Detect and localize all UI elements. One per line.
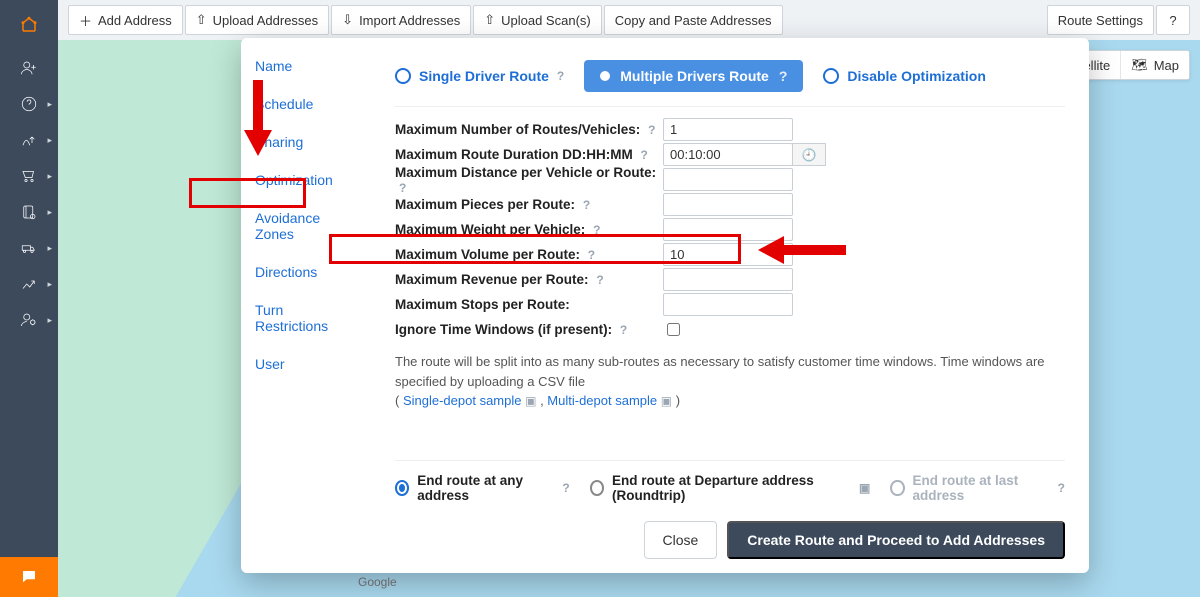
chat-icon[interactable] bbox=[0, 557, 58, 597]
max-weight-input[interactable] bbox=[663, 218, 793, 241]
help-icon[interactable]: ? bbox=[648, 123, 655, 137]
download-icon[interactable]: ▣ bbox=[661, 394, 672, 408]
radio-end-last[interactable]: End route at last address ? bbox=[890, 473, 1065, 503]
nav-users-icon[interactable] bbox=[0, 50, 58, 86]
radio-icon bbox=[395, 68, 411, 84]
radio-selected-icon bbox=[600, 71, 610, 81]
radio-icon bbox=[823, 68, 839, 84]
help-icon[interactable]: ? bbox=[399, 181, 406, 195]
help-icon[interactable]: ? bbox=[779, 68, 788, 84]
create-route-button[interactable]: Create Route and Proceed to Add Addresse… bbox=[727, 521, 1065, 559]
radio-multiple-drivers[interactable]: Multiple Drivers Route? bbox=[584, 60, 803, 92]
max-duration-input[interactable] bbox=[663, 143, 793, 166]
ignore-tw-checkbox[interactable] bbox=[667, 323, 680, 336]
app-logo bbox=[0, 0, 58, 50]
radio-icon bbox=[590, 480, 604, 496]
tab-optimization[interactable]: Optimization bbox=[255, 172, 357, 188]
modal-sidebar: Name Schedule Sharing Optimization Avoid… bbox=[241, 38, 371, 573]
tab-user[interactable]: User bbox=[255, 356, 357, 372]
ignore-tw-label: Ignore Time Windows (if present): ? bbox=[395, 322, 663, 337]
max-distance-label: Maximum Distance per Vehicle or Route: ? bbox=[395, 165, 663, 195]
help-icon[interactable]: ? bbox=[588, 248, 595, 262]
max-pieces-label: Maximum Pieces per Route: ? bbox=[395, 197, 663, 212]
download-icon[interactable]: ▣ bbox=[859, 481, 870, 495]
max-routes-label: Maximum Number of Routes/Vehicles: ? bbox=[395, 122, 663, 137]
max-revenue-input[interactable] bbox=[663, 268, 793, 291]
max-duration-label: Maximum Route Duration DD:HH:MM ? bbox=[395, 147, 663, 162]
tab-avoidance-zones[interactable]: Avoidance Zones bbox=[255, 210, 357, 242]
radio-end-any[interactable]: End route at any address ? bbox=[395, 473, 570, 503]
time-windows-hint: The route will be split into as many sub… bbox=[395, 352, 1065, 411]
main-area: ＋Add Address ⇧Upload Addresses ⇩Import A… bbox=[58, 0, 1200, 597]
radio-end-departure[interactable]: End route at Departure address (Roundtri… bbox=[590, 473, 871, 503]
tab-schedule[interactable]: Schedule bbox=[255, 96, 357, 112]
nav-fleet-icon[interactable]: ▸ bbox=[0, 230, 58, 266]
radio-icon bbox=[395, 480, 409, 496]
max-distance-input[interactable] bbox=[663, 168, 793, 191]
tab-name[interactable]: Name bbox=[255, 58, 357, 74]
help-icon[interactable]: ? bbox=[1058, 481, 1065, 495]
help-icon[interactable]: ? bbox=[593, 223, 600, 237]
max-stops-input[interactable] bbox=[663, 293, 793, 316]
time-picker-button[interactable]: 🕘 bbox=[792, 143, 826, 166]
left-nav: ▸ ▸ ▸ ▸ ▸ ▸ ▸ bbox=[0, 0, 58, 597]
multi-depot-sample-link[interactable]: Multi-depot sample bbox=[547, 393, 657, 408]
max-volume-input[interactable] bbox=[663, 243, 793, 266]
route-settings-modal: Name Schedule Sharing Optimization Avoid… bbox=[241, 38, 1089, 573]
clock-sun-icon: 🕘 bbox=[802, 148, 817, 162]
single-depot-sample-link[interactable]: Single-depot sample bbox=[403, 393, 522, 408]
end-route-group: End route at any address ? End route at … bbox=[395, 460, 1065, 515]
modal-content: Single Driver Route? Multiple Drivers Ro… bbox=[371, 38, 1089, 573]
help-icon[interactable]: ? bbox=[562, 481, 569, 495]
help-icon[interactable]: ? bbox=[596, 273, 603, 287]
tab-turn-restrictions[interactable]: Turn Restrictions bbox=[255, 302, 357, 334]
nav-help-icon[interactable]: ▸ bbox=[0, 86, 58, 122]
optimization-form: Maximum Number of Routes/Vehicles: ? Max… bbox=[395, 117, 1065, 342]
radio-single-driver[interactable]: Single Driver Route? bbox=[395, 68, 564, 84]
download-icon[interactable]: ▣ bbox=[525, 394, 536, 408]
max-stops-label: Maximum Stops per Route: bbox=[395, 297, 663, 312]
tab-directions[interactable]: Directions bbox=[255, 264, 357, 280]
nav-cart-icon[interactable]: ▸ bbox=[0, 158, 58, 194]
max-revenue-label: Maximum Revenue per Route: ? bbox=[395, 272, 663, 287]
modal-footer: Close Create Route and Proceed to Add Ad… bbox=[395, 515, 1065, 559]
help-icon[interactable]: ? bbox=[557, 69, 564, 83]
help-icon[interactable]: ? bbox=[620, 323, 627, 337]
nav-routes-icon[interactable]: ▸ bbox=[0, 122, 58, 158]
help-icon[interactable]: ? bbox=[583, 198, 590, 212]
max-volume-label: Maximum Volume per Route: ? bbox=[395, 247, 663, 262]
tab-sharing[interactable]: Sharing bbox=[255, 134, 357, 150]
nav-usersettings-icon[interactable]: ▸ bbox=[0, 302, 58, 338]
nav-analytics-icon[interactable]: ▸ bbox=[0, 266, 58, 302]
max-routes-input[interactable] bbox=[663, 118, 793, 141]
max-weight-label: Maximum Weight per Vehicle: ? bbox=[395, 222, 663, 237]
radio-icon bbox=[890, 480, 904, 496]
radio-disable-optimization[interactable]: Disable Optimization bbox=[823, 68, 985, 84]
route-type-selector: Single Driver Route? Multiple Drivers Ro… bbox=[395, 60, 1065, 107]
max-pieces-input[interactable] bbox=[663, 193, 793, 216]
nav-addressbook-icon[interactable]: ▸ bbox=[0, 194, 58, 230]
close-button[interactable]: Close bbox=[644, 521, 718, 559]
help-icon[interactable]: ? bbox=[641, 148, 648, 162]
